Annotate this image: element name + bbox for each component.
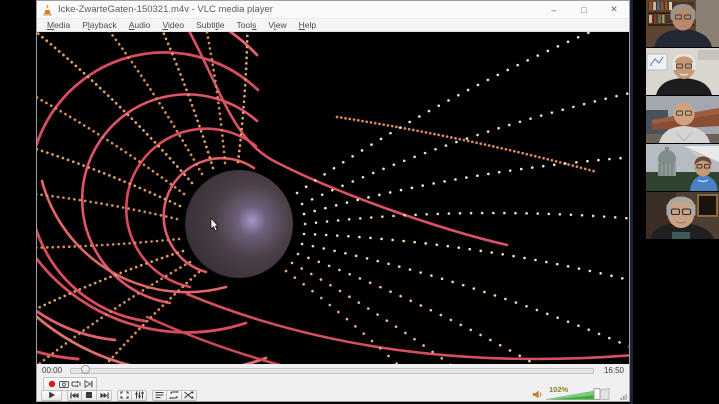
window-title: Icke-ZwarteGaten-150321.m4v - VLC media …	[58, 4, 539, 15]
resize-grip-icon	[620, 393, 627, 400]
participant-4-video	[646, 144, 719, 191]
participant-2-video	[646, 48, 719, 95]
participant-1-video	[646, 0, 719, 47]
controls-bar: 102%	[37, 377, 629, 401]
black-hole-sphere	[185, 170, 293, 278]
video-frame[interactable]	[37, 32, 629, 364]
menu-audio[interactable]: Audio	[123, 20, 157, 30]
desktop: Icke-ZwarteGaten-150321.m4v - VLC media …	[0, 0, 719, 404]
participant-tile-1[interactable]	[646, 0, 719, 47]
shuffle-button[interactable]	[182, 390, 197, 401]
snapshot-button[interactable]	[58, 379, 70, 389]
participant-tile-5[interactable]	[646, 192, 719, 239]
extended-settings-button[interactable]	[132, 390, 147, 401]
playlist-button[interactable]	[152, 390, 167, 401]
play-button[interactable]	[41, 390, 62, 401]
record-button[interactable]	[46, 379, 58, 389]
stop-button[interactable]	[82, 390, 97, 401]
maximize-button[interactable]: □	[569, 1, 599, 18]
main-controls	[41, 389, 197, 401]
frame-by-frame-button[interactable]	[82, 379, 94, 389]
participants-sidebar	[646, 0, 719, 404]
total-time: 16:50	[600, 366, 624, 375]
participant-3-video	[646, 96, 719, 143]
seek-row: 00:00 16:50	[37, 364, 629, 377]
menu-bar: Media Playback Audio Video Subtitle Tool…	[37, 19, 629, 32]
seek-thumb[interactable]	[81, 365, 90, 374]
blackhole-visualization	[37, 32, 629, 364]
minimize-button[interactable]: –	[539, 1, 569, 18]
participant-tile-2[interactable]	[646, 48, 719, 95]
mouse-cursor	[210, 218, 219, 232]
seek-slider[interactable]	[70, 368, 594, 374]
elapsed-time: 00:00	[42, 366, 64, 375]
ab-loop-button[interactable]	[70, 379, 82, 389]
vlc-window: Icke-ZwarteGaten-150321.m4v - VLC media …	[36, 0, 630, 402]
menu-media[interactable]: Media	[41, 20, 76, 30]
close-button[interactable]: ✕	[599, 1, 629, 18]
menu-tools[interactable]: Tools	[231, 20, 263, 30]
loop-button[interactable]	[167, 390, 182, 401]
participant-tile-3[interactable]	[646, 96, 719, 143]
previous-button[interactable]	[67, 390, 82, 401]
title-bar[interactable]: Icke-ZwarteGaten-150321.m4v - VLC media …	[37, 1, 629, 19]
menu-playback[interactable]: Playback	[76, 20, 123, 30]
window-edge-shadow	[630, 0, 633, 404]
participant-5-video	[646, 192, 719, 239]
speaker-icon	[533, 390, 544, 399]
fullscreen-button[interactable]	[117, 390, 132, 401]
vlc-cone-icon	[42, 4, 53, 16]
menu-view[interactable]: View	[262, 20, 292, 30]
menu-video[interactable]: Video	[156, 20, 190, 30]
participant-tile-4[interactable]	[646, 144, 719, 191]
volume-control[interactable]: 102%	[533, 387, 625, 401]
volume-percentage: 102%	[549, 385, 568, 394]
volume-thumb	[594, 389, 600, 400]
next-button[interactable]	[97, 390, 112, 401]
menu-subtitle[interactable]: Subtitle	[190, 20, 230, 30]
menu-help[interactable]: Help	[293, 20, 323, 30]
